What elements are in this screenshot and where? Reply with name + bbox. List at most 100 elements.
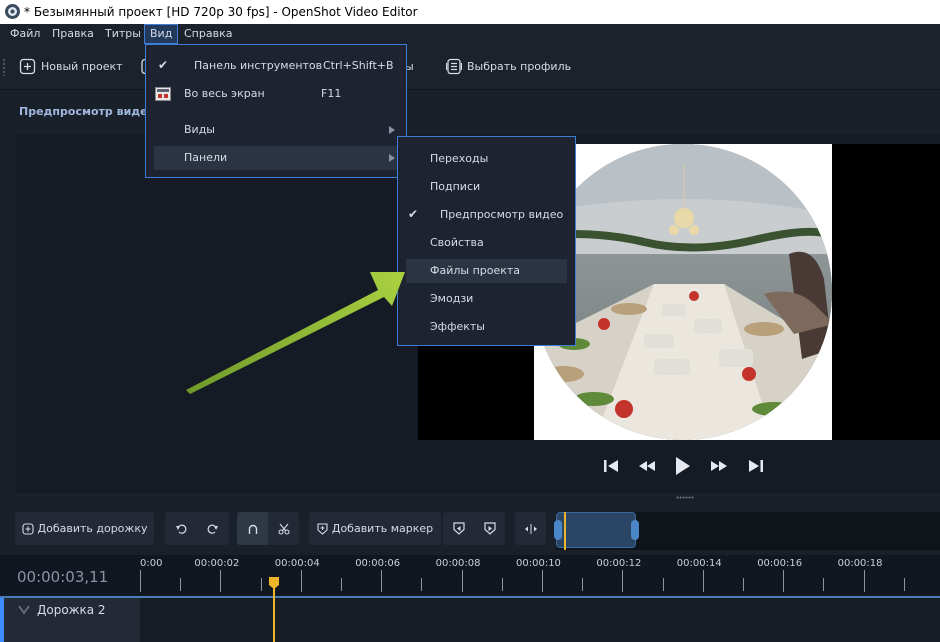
ruler-tick-label: 00:00:10	[516, 558, 561, 569]
menu-item-fullscreen-label: Во весь экран	[184, 87, 265, 100]
menu-titles[interactable]: Титры	[100, 24, 146, 44]
previous-marker-icon	[452, 522, 465, 535]
center-playhead-button[interactable]	[515, 512, 546, 545]
submenu-item-transitions[interactable]: Переходы	[398, 147, 575, 171]
dock-splitter[interactable]	[676, 496, 694, 499]
main-toolbar: Новый проект ы Выбрать профиль	[0, 44, 940, 90]
redo-button[interactable]	[197, 512, 229, 545]
menu-edit[interactable]: Правка	[47, 24, 99, 44]
add-marker-button[interactable]: Добавить маркер	[309, 512, 441, 545]
ruler-tick	[381, 570, 383, 592]
preview-dock-title: Предпросмотр видео	[19, 105, 156, 118]
submenu-item-effects[interactable]: Эффекты	[398, 315, 575, 339]
snap-razor-group	[237, 512, 299, 545]
ruler-tick	[180, 578, 182, 591]
mini-timeline-playhead	[564, 512, 566, 550]
ruler-tick-label: 00:00:06	[355, 558, 401, 569]
submenu-item-emoji[interactable]: Эмодзи	[398, 287, 575, 311]
choose-profile-button[interactable]: Выбрать профиль	[446, 56, 571, 76]
scissors-icon	[277, 523, 290, 535]
menu-item-toolbar-label: Панель инструментов	[194, 59, 323, 72]
track-selection-accent	[0, 598, 4, 642]
redo-icon	[207, 524, 218, 534]
menu-item-panels[interactable]: Панели	[154, 146, 400, 170]
ruler-tick	[260, 578, 262, 591]
chevron-right-icon	[389, 154, 395, 162]
mini-timeline-overview[interactable]	[554, 512, 940, 550]
chevron-down-icon[interactable]	[18, 605, 30, 615]
ruler-tick	[622, 570, 624, 592]
snapping-toggle[interactable]	[237, 512, 268, 545]
ruler-tick	[702, 570, 704, 592]
menu-file[interactable]: Файл	[5, 24, 45, 44]
mini-timeline-viewport[interactable]	[556, 512, 636, 548]
menu-item-views[interactable]: Виды	[146, 118, 406, 142]
play-button[interactable]	[672, 455, 694, 477]
jump-end-button[interactable]	[745, 455, 767, 477]
ruler-tick	[300, 570, 302, 592]
skip-end-icon	[749, 460, 763, 472]
undo-button[interactable]	[165, 512, 197, 545]
razor-tool-button[interactable]	[268, 512, 299, 545]
openshot-logo-icon	[5, 4, 20, 19]
profile-icon	[446, 58, 462, 74]
ruler-tick	[341, 578, 342, 591]
ruler-tick	[783, 570, 785, 592]
playhead-handle[interactable]	[268, 576, 280, 590]
next-marker-button[interactable]	[474, 512, 505, 545]
marker-nav-group	[443, 512, 505, 545]
play-icon	[676, 457, 690, 475]
track-name: Дорожка 2	[37, 603, 106, 617]
ruler-tick	[421, 578, 423, 591]
menu-bar: Файл Правка Титры Вид Справка	[0, 24, 940, 44]
add-marker-group: Добавить маркер	[309, 512, 441, 545]
new-project-button[interactable]: Новый проект	[19, 56, 123, 76]
ruler-tick	[542, 570, 543, 592]
new-project-icon	[19, 58, 36, 74]
ruler-tick	[461, 570, 463, 592]
add-track-button[interactable]: Добавить дорожку	[15, 512, 154, 545]
track-lane[interactable]	[140, 598, 940, 642]
rewind-button[interactable]	[636, 455, 658, 477]
ruler-tick	[582, 578, 584, 591]
menu-item-panels-label: Панели	[184, 151, 228, 164]
undo-redo-group	[165, 512, 229, 545]
menu-item-toolbar[interactable]: Панель инструментов Ctrl+Shift+B	[146, 54, 406, 78]
submenu-item-properties[interactable]: Свойства	[398, 231, 575, 255]
menu-help[interactable]: Справка	[179, 24, 237, 44]
ruler-tick	[140, 570, 141, 592]
menu-item-fullscreen-shortcut: F11	[321, 87, 342, 100]
ruler-tick	[903, 578, 905, 591]
add-track-group: Добавить дорожку	[15, 512, 154, 545]
menu-item-fullscreen[interactable]: Во весь экран F11	[146, 82, 406, 106]
ruler-tick	[662, 578, 664, 591]
view-menu: ✔ Панель инструментов Ctrl+Shift+B Во ве…	[145, 44, 407, 178]
choose-profile-label: Выбрать профиль	[467, 59, 572, 73]
previous-marker-button[interactable]	[443, 512, 474, 545]
marker-icon	[317, 522, 328, 535]
add-track-label: Добавить дорожку	[37, 522, 148, 535]
ruler-tick-label: 00:00:14	[676, 558, 722, 569]
center-playhead-icon	[524, 523, 537, 534]
undo-icon	[176, 524, 187, 534]
ruler-tick	[220, 570, 222, 592]
submenu-item-project-files[interactable]: Файлы проекта	[406, 259, 567, 283]
submenu-item-video-preview[interactable]: Предпросмотр видео	[398, 203, 575, 227]
ruler-tick-label: 00:00:16	[757, 558, 803, 569]
panels-submenu: Переходы Подписи ✔ Предпросмотр видео Св…	[397, 136, 576, 346]
current-timecode: 00:00:03,11	[17, 568, 109, 586]
jump-start-button[interactable]	[600, 455, 622, 477]
mini-timeline-handle-left[interactable]	[554, 520, 562, 540]
toolbar-grip[interactable]	[2, 58, 6, 76]
video-content	[534, 144, 832, 440]
next-marker-icon	[483, 522, 496, 535]
title-bar: * Безымянный проект [HD 720p 30 fps] - O…	[0, 0, 940, 24]
add-marker-label: Добавить маркер	[331, 522, 434, 535]
fast-forward-button[interactable]	[708, 455, 730, 477]
rewind-icon	[639, 461, 655, 471]
ruler-tick-label: 00:00:02	[194, 558, 240, 569]
mini-timeline-handle-right[interactable]	[631, 520, 639, 540]
new-project-label: Новый проект	[41, 59, 123, 73]
submenu-item-captions[interactable]: Подписи	[398, 175, 575, 199]
menu-view[interactable]: Вид	[144, 24, 179, 44]
